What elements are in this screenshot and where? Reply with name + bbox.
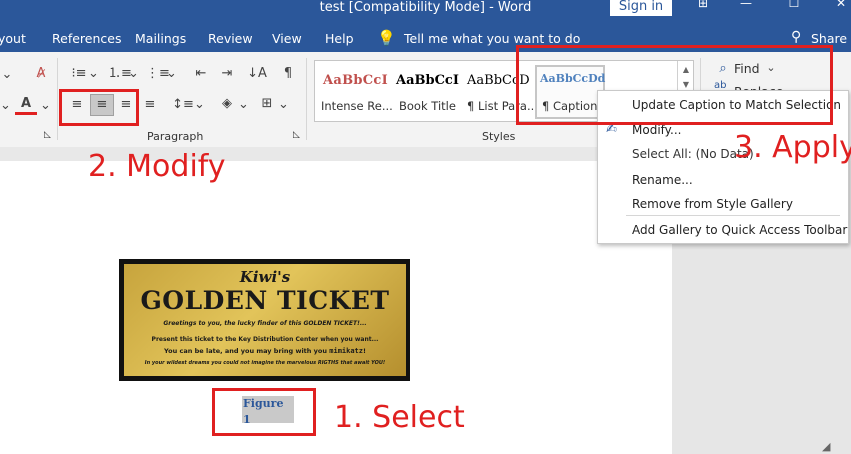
sort-icon[interactable]: ↓A	[246, 64, 268, 84]
chevron-down-icon[interactable]: ⌄	[0, 65, 14, 85]
chevron-down-icon[interactable]: ⌄	[278, 95, 289, 115]
annotation-select: 1. Select	[334, 400, 465, 435]
tab-layout[interactable]: yout	[0, 31, 26, 46]
resize-grip-icon[interactable]: ◢	[822, 440, 830, 453]
style-name-intense-reference[interactable]: Intense Re...	[321, 99, 393, 113]
annotation-box-modify	[59, 89, 139, 126]
paragraph-dialog-launcher-icon[interactable]: ◺	[293, 130, 300, 140]
font-dialog-launcher-icon[interactable]: ◺	[44, 130, 51, 140]
increase-indent-icon[interactable]: ⇥	[216, 64, 238, 84]
tell-me-search[interactable]: Tell me what you want to do	[404, 31, 580, 46]
minimize-icon[interactable]: —	[739, 0, 753, 10]
clear-formatting-icon[interactable]: A̷	[30, 64, 52, 84]
decrease-indent-icon[interactable]: ⇤	[190, 64, 212, 84]
chevron-down-icon[interactable]: ⌄	[238, 95, 249, 115]
multilevel-list-icon[interactable]: ⋮≡	[146, 64, 170, 84]
numbering-icon[interactable]: ⒈≡	[108, 64, 132, 84]
style-name-book-title[interactable]: Book Title	[399, 99, 456, 113]
chevron-down-icon[interactable]: ⌄	[88, 64, 99, 84]
tab-view[interactable]: View	[272, 31, 302, 46]
ticket-headline: GOLDEN TICKET	[140, 286, 390, 315]
close-icon[interactable]: ✕	[834, 0, 848, 10]
menu-item-rename[interactable]: Rename...	[632, 173, 693, 187]
annotation-box-apply	[516, 45, 833, 125]
ribbon-display-options-icon[interactable]: ⊞	[696, 0, 710, 10]
golden-ticket-face: Kiwi's GOLDEN TICKET Greetings to you, t…	[124, 264, 406, 376]
sign-in-button[interactable]: Sign in	[610, 0, 672, 16]
annotation-modify: 2. Modify	[88, 149, 226, 184]
annotation-apply: 3. Apply	[734, 130, 851, 165]
shading-icon[interactable]: ◈	[216, 94, 238, 114]
menu-item-remove-from-gallery[interactable]: Remove from Style Gallery	[632, 197, 793, 211]
menu-divider	[626, 215, 840, 216]
menu-item-modify[interactable]: Modify...	[632, 123, 682, 137]
font-color-icon[interactable]: A	[15, 94, 37, 115]
share-person-icon: ⚲	[791, 29, 802, 45]
tab-references[interactable]: References	[52, 31, 121, 46]
lightbulb-icon: 💡	[377, 29, 396, 47]
chevron-down-icon[interactable]: ⌄	[194, 95, 205, 115]
title-bar: test [Compatibility Mode] - Word Sign in…	[0, 0, 851, 26]
justify-icon[interactable]: ≡	[139, 95, 161, 115]
menu-item-add-to-qat[interactable]: Add Gallery to Quick Access Toolbar	[632, 223, 847, 237]
bullets-icon[interactable]: ⁝≡	[68, 64, 90, 84]
tab-mailings[interactable]: Mailings	[135, 31, 186, 46]
tab-help[interactable]: Help	[325, 31, 354, 46]
borders-icon[interactable]: ⊞	[256, 94, 278, 114]
chevron-down-icon[interactable]: ⌄	[128, 64, 139, 84]
paragraph-group-label: Paragraph	[147, 130, 204, 143]
chevron-down-icon[interactable]: ⌄	[0, 96, 11, 116]
annotation-box-select	[212, 388, 316, 436]
ticket-brand: Kiwi's	[239, 268, 291, 286]
maximize-icon[interactable]: ☐	[787, 0, 801, 10]
share-button[interactable]: Share	[811, 31, 847, 46]
ticket-line-1: Greetings to you, the lucky finder of th…	[163, 320, 367, 327]
chevron-down-icon[interactable]: ⌄	[166, 64, 177, 84]
style-sample-intense-reference[interactable]: AaBbCcI	[323, 73, 388, 88]
styles-group-label: Styles	[482, 130, 516, 143]
group-separator	[306, 58, 307, 140]
window-title: test [Compatibility Mode] - Word	[319, 0, 532, 15]
ticket-line-3: You can be late, and you may bring with …	[164, 347, 366, 355]
tab-review[interactable]: Review	[208, 31, 253, 46]
show-paragraph-marks-icon[interactable]: ¶	[278, 64, 298, 84]
ticket-line-2: Present this ticket to the Key Distribut…	[151, 336, 379, 343]
chevron-down-icon[interactable]: ⌄	[40, 96, 51, 116]
ticket-line-4: In your wildest dreams you could not ima…	[144, 360, 386, 366]
style-sample-book-title[interactable]: AaBbCcI	[396, 73, 459, 88]
line-spacing-icon[interactable]: ↕≡	[172, 95, 194, 115]
group-separator	[57, 58, 58, 140]
